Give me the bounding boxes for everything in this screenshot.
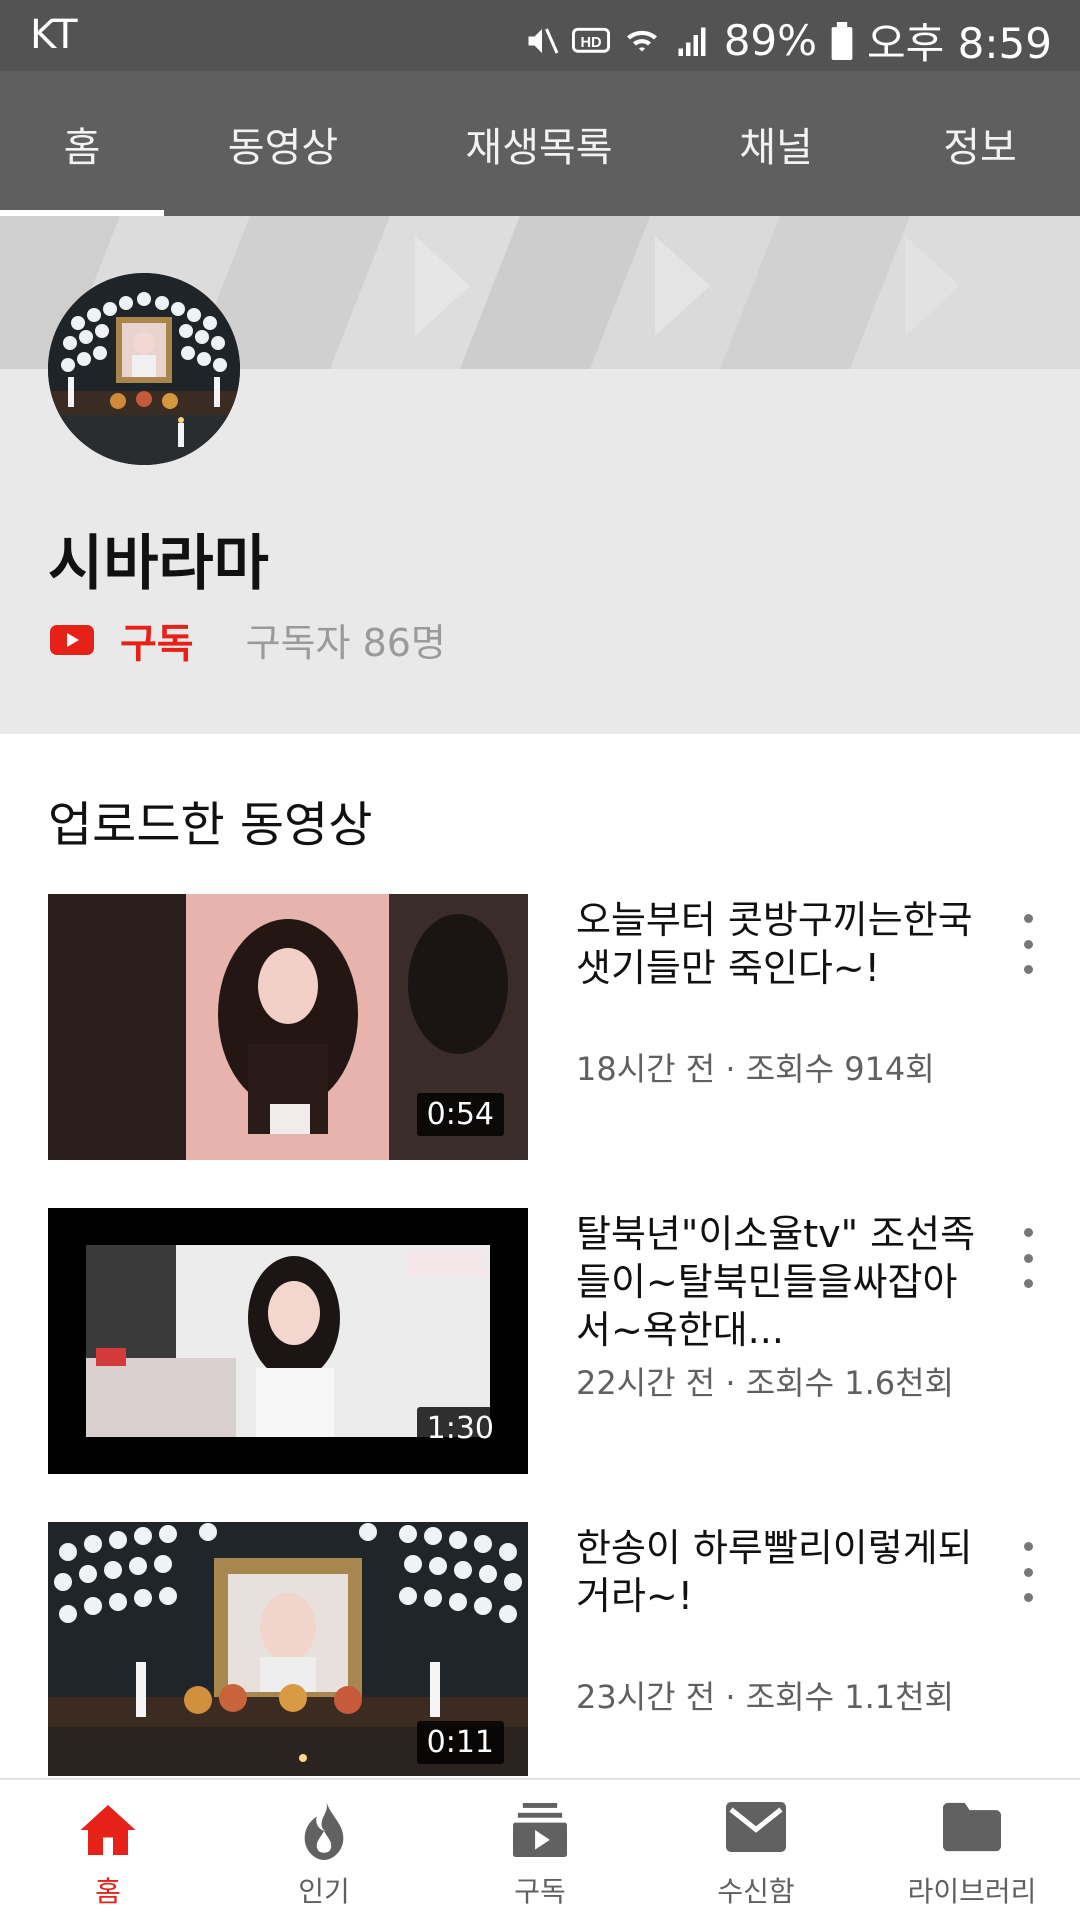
flame-icon: [304, 1802, 344, 1860]
section-title: 업로드한 동영상: [48, 797, 373, 853]
nav-label: 수신함: [717, 1875, 795, 1908]
tab-label: 채널: [739, 124, 813, 171]
video-duration: 0:54: [416, 1093, 504, 1136]
clock: 오후 8:59: [867, 19, 1052, 68]
tab-label: 재생목록: [465, 124, 613, 171]
subscriptions-icon: [513, 1803, 567, 1857]
nav-library[interactable]: 라이브러리: [864, 1780, 1080, 1920]
carrier-label: KT: [30, 12, 78, 58]
wifi-icon: [626, 30, 657, 51]
video-meta: 18시간 전 · 조회수 914회: [576, 1050, 935, 1088]
more-options-button[interactable]: [1012, 914, 1044, 974]
nav-label: 라이브러리: [907, 1875, 1037, 1908]
video-title[interactable]: 한송이 하루빨리이렇게되거라~!: [576, 1524, 976, 1620]
tab-label: 동영상: [227, 124, 339, 171]
tab-videos[interactable]: 동영상: [190, 71, 376, 216]
nav-home[interactable]: 홈: [0, 1780, 216, 1920]
video-duration: 0:11: [416, 1721, 504, 1764]
signal-icon: [678, 27, 706, 56]
channel-avatar[interactable]: [48, 273, 240, 465]
video-title[interactable]: 오늘부터 콧방구끼는한국샛기들만 죽인다~!: [576, 896, 976, 992]
video-thumbnail[interactable]: 0:54: [48, 894, 528, 1160]
subscribe-button[interactable]: 구독: [120, 611, 194, 669]
nav-inbox[interactable]: 수신함: [648, 1780, 864, 1920]
tab-label: 홈: [63, 124, 101, 171]
subscriber-count: 구독자 86명: [245, 621, 446, 665]
svg-text:HD: HD: [580, 34, 601, 50]
video-list-item[interactable]: 1:30 탈북년"이소율tv" 조선족들이~탈북민들을싸잡아서~욕한대... 2…: [0, 1208, 1080, 1474]
video-list-item[interactable]: 0:54 오늘부터 콧방구끼는한국샛기들만 죽인다~! 18시간 전 · 조회수…: [0, 894, 1080, 1160]
video-list-item[interactable]: 0:11 한송이 하루빨리이렇게되거라~! 23시간 전 · 조회수 1.1천회: [0, 1522, 1080, 1776]
nav-label: 홈: [95, 1875, 121, 1908]
video-duration: 1:30: [416, 1407, 504, 1450]
home-icon: [80, 1805, 136, 1855]
memorial-altar-image: [48, 273, 240, 465]
hd-voice-icon: HD: [571, 27, 610, 53]
battery-percent: 89%: [723, 16, 818, 65]
subscribe-row: 구독 구독자 86명: [50, 612, 446, 667]
tab-about[interactable]: 정보: [910, 71, 1050, 216]
tab-label: 정보: [943, 124, 1017, 171]
tab-channels[interactable]: 채널: [710, 71, 842, 216]
video-meta: 23시간 전 · 조회수 1.1천회: [576, 1678, 954, 1716]
more-options-button[interactable]: [1012, 1542, 1044, 1602]
video-thumbnail[interactable]: 1:30: [48, 1208, 528, 1474]
nav-trending[interactable]: 인기: [216, 1780, 432, 1920]
tab-playlists[interactable]: 재생목록: [438, 71, 640, 216]
status-bar: KT HD 89% 오후 8:59: [0, 0, 1080, 71]
status-right: HD 89% 오후 8:59: [524, 10, 1052, 71]
video-title[interactable]: 탈북년"이소율tv" 조선족들이~탈북민들을싸잡아서~욕한대...: [576, 1210, 976, 1354]
mute-icon: [528, 27, 559, 54]
bottom-navigation: 홈 인기 구독 수신함 라이브러리: [0, 1778, 1080, 1920]
youtube-logo-icon: [50, 624, 94, 655]
folder-icon: [943, 1802, 1001, 1852]
nav-subscriptions[interactable]: 구독: [432, 1780, 648, 1920]
video-thumbnail[interactable]: 0:11: [48, 1522, 528, 1776]
nav-label: 구독: [514, 1875, 566, 1908]
nav-label: 인기: [298, 1875, 350, 1908]
channel-name: 시바라마: [48, 529, 269, 599]
more-options-button[interactable]: [1012, 1228, 1044, 1288]
channel-tab-bar: 홈 동영상 재생목록 채널 정보: [0, 71, 1080, 216]
video-meta: 22시간 전 · 조회수 1.6천회: [576, 1364, 954, 1402]
tab-home[interactable]: 홈: [0, 71, 164, 216]
status-icons: HD: [524, 23, 710, 59]
battery-icon: [831, 21, 853, 60]
mail-icon: [726, 1802, 786, 1852]
